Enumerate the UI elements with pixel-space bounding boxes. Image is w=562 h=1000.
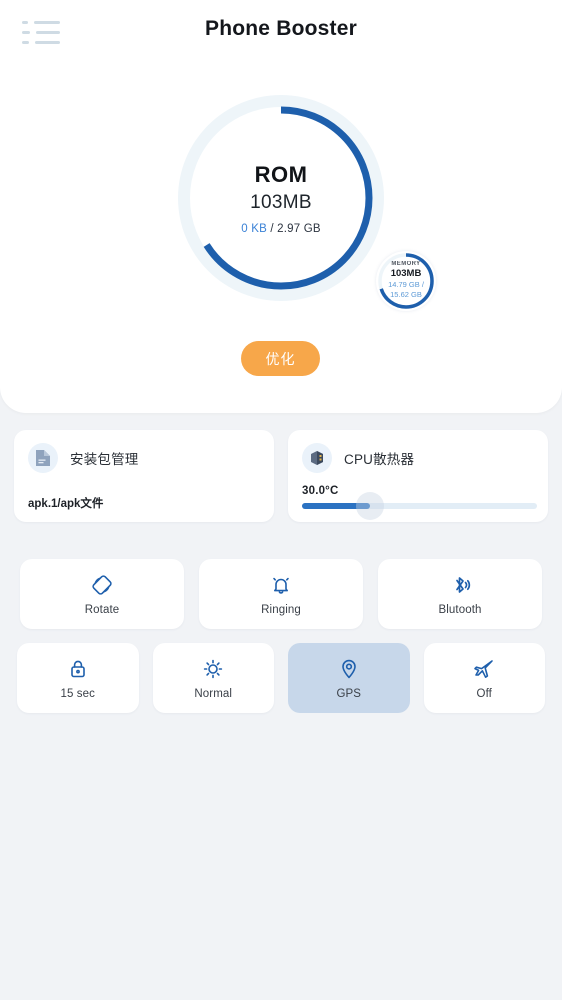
- cpu-cooler-card[interactable]: CPU散热器 30.0°C: [288, 430, 548, 522]
- memory-mini-gauge: MEMORY 103MB 14.79 GB / 15.62 GB: [376, 251, 436, 311]
- apk-card-title: 安装包管理: [70, 452, 139, 467]
- gauge-used: 0 KB: [241, 222, 267, 235]
- cpu-card-title: CPU散热器: [344, 452, 415, 467]
- gauge-separator: /: [266, 222, 278, 235]
- gauge-usage: 0 KB / 2.97 GB: [241, 223, 321, 235]
- mini-gauge-used: 14.79 GB /: [388, 279, 424, 289]
- tile-gps[interactable]: GPS: [288, 643, 410, 713]
- cpu-temperature-slider[interactable]: [302, 492, 537, 520]
- tile-label: GPS: [336, 687, 362, 700]
- tile-bluetooth[interactable]: Blutooth: [378, 559, 542, 629]
- tile-label: Off: [476, 687, 492, 700]
- optimize-button[interactable]: 优化: [241, 341, 320, 376]
- airplane-mode-icon: [472, 657, 496, 681]
- gauge-value: 103MB: [250, 191, 312, 213]
- brightness-sun-icon: [201, 657, 225, 681]
- tile-label: Normal: [194, 687, 233, 700]
- top-panel: Phone Booster ROM 103MB 0 KB / 2.97 GB M…: [0, 0, 562, 413]
- quick-toggles-row-2: 15 sec Normal GPS Off: [17, 643, 545, 713]
- page-title: Phone Booster: [205, 17, 357, 40]
- tile-label: 15 sec: [60, 687, 95, 700]
- screen-rotate-icon: [90, 573, 114, 597]
- gauge-total: 2.97 GB: [277, 222, 321, 235]
- bluetooth-icon: [448, 573, 472, 597]
- quick-toggles-row-1: Rotate Ringing Blutooth: [20, 559, 542, 629]
- tile-screen-timeout[interactable]: 15 sec: [17, 643, 139, 713]
- mini-gauge-total: 15.62 GB: [390, 290, 422, 299]
- gauge-label: ROM: [254, 161, 308, 187]
- tile-ringing[interactable]: Ringing: [199, 559, 363, 629]
- card-header: 安装包管理: [28, 443, 260, 473]
- info-cards-row: 安装包管理 apk.1/apk文件 CPU散热器 30.0°C: [14, 430, 548, 522]
- cpu-temperature: 30.0°C: [302, 485, 339, 497]
- cpu-chip-icon: [302, 443, 332, 473]
- phone-booster-app: Phone Booster ROM 103MB 0 KB / 2.97 GB M…: [0, 0, 562, 1000]
- gauge-center-text: ROM 103MB 0 KB / 2.97 GB: [178, 95, 384, 301]
- tile-label: Blutooth: [438, 603, 482, 616]
- lock-timeout-icon: [66, 657, 90, 681]
- mini-gauge-text: MEMORY 103MB 14.79 GB / 15.62 GB: [376, 251, 436, 311]
- bell-ringing-icon: [269, 573, 293, 597]
- tile-airplane-mode[interactable]: Off: [423, 643, 545, 713]
- app-header: Phone Booster: [0, 0, 562, 62]
- rom-gauge: ROM 103MB 0 KB / 2.97 GB: [178, 95, 384, 301]
- tile-label: Rotate: [84, 603, 120, 616]
- slider-thumb[interactable]: [356, 492, 385, 520]
- location-pin-icon: [337, 657, 361, 681]
- mini-gauge-label: MEMORY: [391, 260, 421, 267]
- tile-brightness[interactable]: Normal: [152, 643, 274, 713]
- apk-card-footer: apk.1/apk文件: [28, 498, 104, 510]
- apk-file-icon: [28, 443, 58, 473]
- card-header: CPU散热器: [302, 443, 534, 473]
- apk-manager-card[interactable]: 安装包管理 apk.1/apk文件: [14, 430, 274, 522]
- mini-gauge-value: 103MB: [390, 267, 422, 279]
- tile-label: Ringing: [261, 603, 301, 616]
- tile-rotate[interactable]: Rotate: [20, 559, 184, 629]
